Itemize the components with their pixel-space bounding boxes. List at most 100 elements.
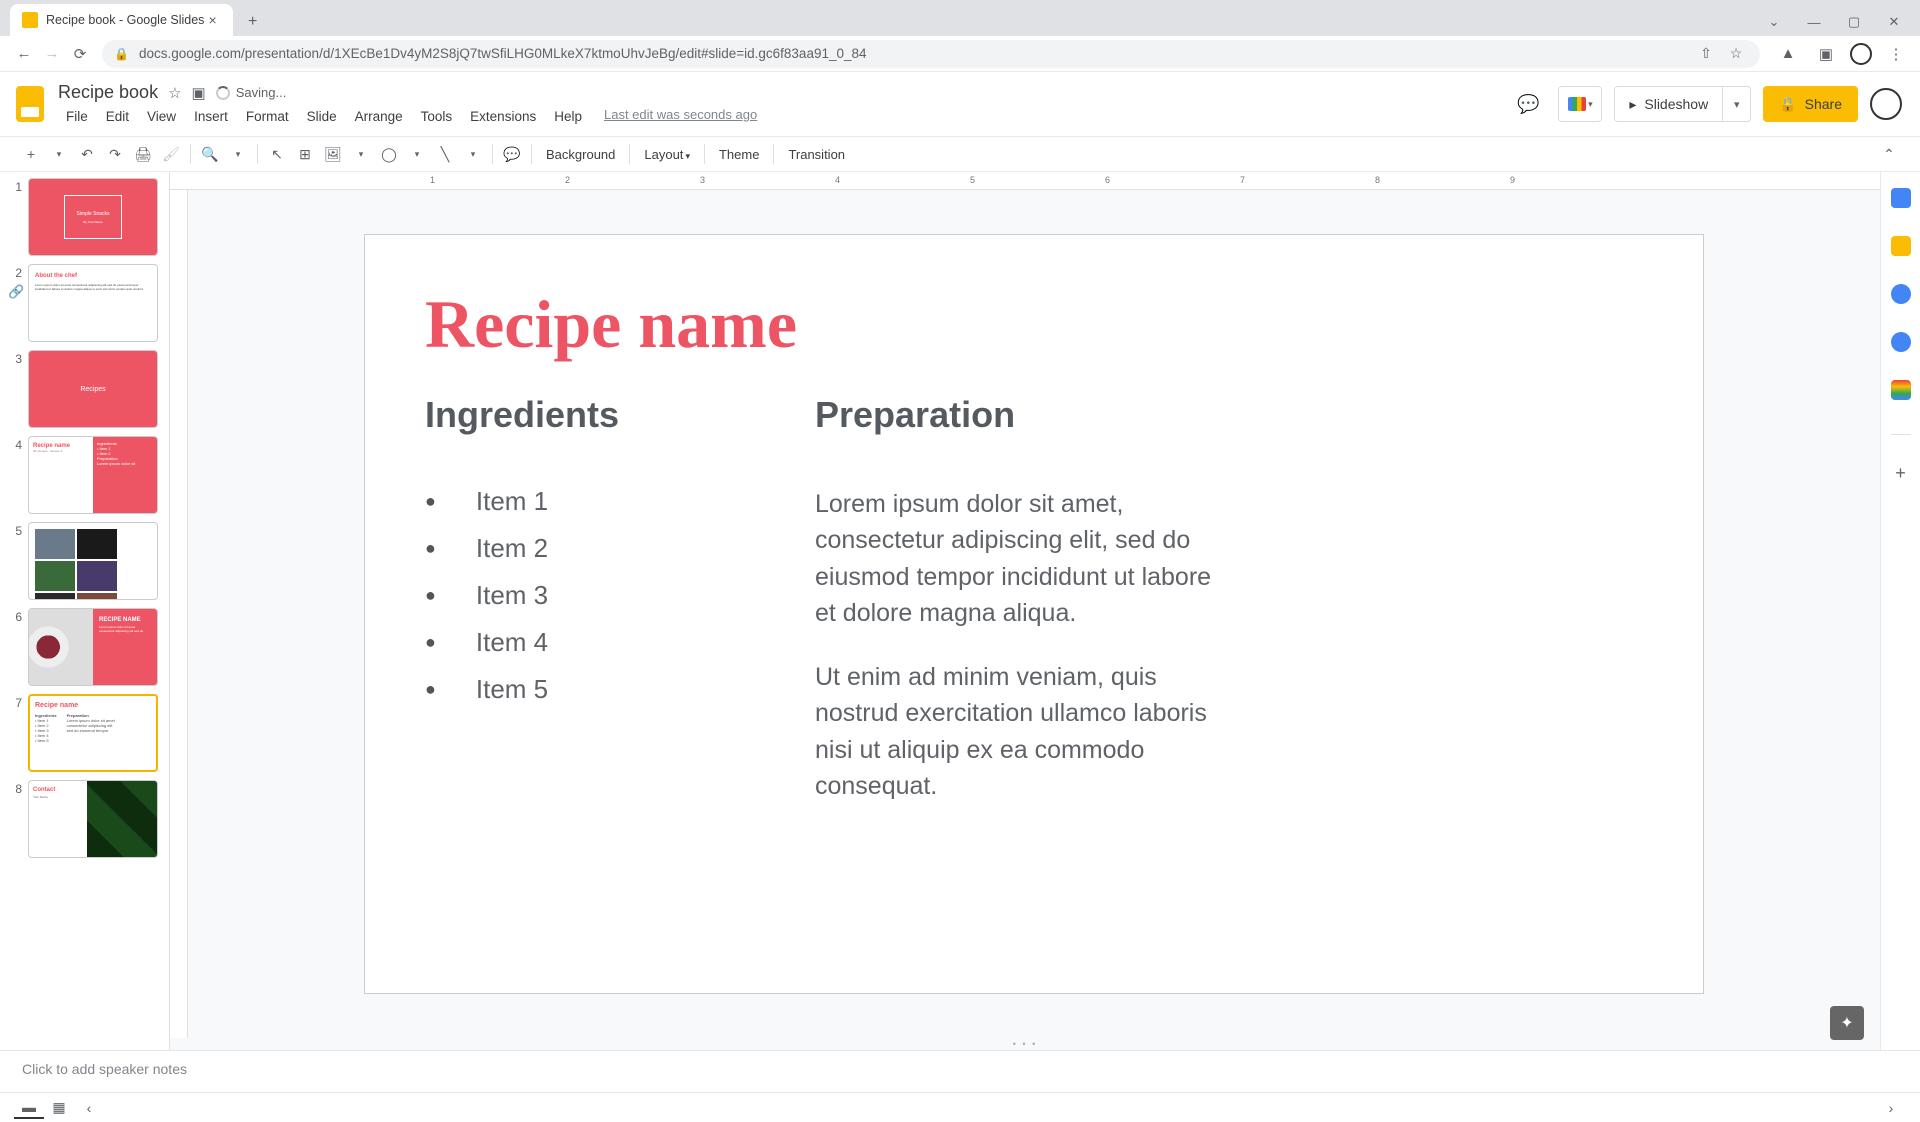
vertical-ruler xyxy=(170,190,188,1038)
list-item[interactable]: Item 1 xyxy=(425,486,785,517)
menu-edit[interactable]: Edit xyxy=(98,107,137,126)
slide-title[interactable]: Recipe name xyxy=(425,285,1643,364)
attachment-icon: 🔗 xyxy=(8,284,24,300)
browser-menu-icon[interactable]: ⋮ xyxy=(1882,40,1910,68)
bookmark-icon[interactable]: ☆ xyxy=(1724,42,1748,66)
list-item[interactable]: Item 3 xyxy=(425,580,785,611)
grid-view-button[interactable]: ▦ xyxy=(44,1097,74,1119)
line-tool[interactable]: ╲ xyxy=(432,141,458,167)
doc-title[interactable]: Recipe book xyxy=(58,82,158,103)
meet-button[interactable]: ▾ xyxy=(1558,86,1602,122)
tasks-icon[interactable] xyxy=(1891,284,1911,304)
image-dropdown[interactable]: ▾ xyxy=(348,141,374,167)
collapse-filmstrip-button[interactable]: ‹ xyxy=(74,1097,104,1119)
preparation-text-2[interactable]: Ut enim ad minim veniam, quis nostrud ex… xyxy=(815,659,1215,804)
browser-tab[interactable]: Recipe book - Google Slides × xyxy=(10,4,233,36)
lock-icon: 🔒 xyxy=(1779,96,1796,113)
line-dropdown[interactable]: ▾ xyxy=(460,141,486,167)
back-button[interactable]: ← xyxy=(10,40,38,68)
extensions-icon[interactable]: ▲ xyxy=(1774,40,1802,68)
menu-slide[interactable]: Slide xyxy=(299,107,345,126)
add-addon-icon[interactable]: + xyxy=(1891,463,1911,483)
slide-thumb-1[interactable]: Simple SnacksBy Your Name xyxy=(28,178,158,256)
preparation-text-1[interactable]: Lorem ipsum dolor sit amet, consectetur … xyxy=(815,486,1215,631)
maps-icon[interactable] xyxy=(1891,380,1911,400)
ingredients-heading[interactable]: Ingredients xyxy=(425,394,785,436)
keep-icon[interactable] xyxy=(1891,236,1911,256)
layout-button[interactable]: Layout▾ xyxy=(636,147,698,162)
notes-drag-handle[interactable]: • • • xyxy=(170,1038,1880,1050)
share-page-icon[interactable]: ⇧ xyxy=(1694,42,1718,66)
side-panel-icon[interactable]: ▣ xyxy=(1812,40,1840,68)
new-slide-dropdown[interactable]: ▾ xyxy=(46,141,72,167)
share-button[interactable]: 🔒 Share xyxy=(1763,86,1858,122)
chevron-down-icon[interactable]: ⌄ xyxy=(1756,8,1792,36)
select-tool[interactable]: ↖ xyxy=(264,141,290,167)
new-tab-button[interactable]: + xyxy=(239,8,267,36)
close-window-icon[interactable]: ✕ xyxy=(1876,8,1912,36)
list-item[interactable]: Item 5 xyxy=(425,674,785,705)
filmstrip-view-button[interactable]: ▬ xyxy=(14,1097,44,1119)
explore-button[interactable]: ✦ xyxy=(1830,1006,1864,1040)
menu-tools[interactable]: Tools xyxy=(413,107,461,126)
paint-format-button[interactable]: 🖌 xyxy=(158,141,184,167)
slides-logo[interactable] xyxy=(10,84,50,124)
slide-thumb-4[interactable]: Recipe name30 minutes · Serves 4Ingredie… xyxy=(28,436,158,514)
menu-view[interactable]: View xyxy=(139,107,184,126)
url-text: docs.google.com/presentation/d/1XEcBe1Dv… xyxy=(139,46,867,61)
current-slide[interactable]: Recipe name Ingredients Item 1 Item 2 It… xyxy=(364,234,1704,994)
profile-avatar[interactable] xyxy=(1850,43,1872,65)
redo-button[interactable]: ↷ xyxy=(102,141,128,167)
theme-button[interactable]: Theme xyxy=(711,147,767,162)
print-button[interactable]: 🖨 xyxy=(130,141,156,167)
undo-button[interactable]: ↶ xyxy=(74,141,100,167)
menu-file[interactable]: File xyxy=(58,107,96,126)
hide-side-panel-button[interactable]: › xyxy=(1876,1097,1906,1119)
slide-thumb-5[interactable] xyxy=(28,522,158,600)
zoom-dropdown[interactable]: ▾ xyxy=(225,141,251,167)
list-item[interactable]: Item 2 xyxy=(425,533,785,564)
slideshow-button[interactable]: ▸ Slideshow xyxy=(1615,87,1722,121)
slideshow-dropdown[interactable]: ▾ xyxy=(1722,87,1750,121)
list-item[interactable]: Item 4 xyxy=(425,627,785,658)
menu-help[interactable]: Help xyxy=(546,107,590,126)
maximize-icon[interactable]: ▢ xyxy=(1836,8,1872,36)
move-icon[interactable]: ▣ xyxy=(192,84,206,102)
menu-arrange[interactable]: Arrange xyxy=(347,107,411,126)
account-avatar[interactable] xyxy=(1870,88,1902,120)
slide-thumb-7[interactable]: Recipe nameIngredients• Item 1• Item 2• … xyxy=(28,694,158,772)
spinner-icon xyxy=(216,86,230,100)
calendar-icon[interactable] xyxy=(1891,188,1911,208)
slide-thumb-2[interactable]: About the chefLorem ipsum dolor sit amet… xyxy=(28,264,158,342)
address-bar[interactable]: 🔒 docs.google.com/presentation/d/1XEcBe1… xyxy=(102,40,1760,68)
menu-insert[interactable]: Insert xyxy=(186,107,236,126)
image-tool[interactable]: 🖼 xyxy=(320,141,346,167)
last-edit-link[interactable]: Last edit was seconds ago xyxy=(604,107,757,126)
filmstrip[interactable]: 🔗 1Simple SnacksBy Your Name 2About the … xyxy=(0,172,170,1050)
ingredients-list[interactable]: Item 1 Item 2 Item 3 Item 4 Item 5 xyxy=(425,486,785,705)
textbox-tool[interactable]: ⊞ xyxy=(292,141,318,167)
star-icon[interactable]: ☆ xyxy=(168,84,181,102)
background-button[interactable]: Background xyxy=(538,147,623,162)
shape-tool[interactable]: ◯ xyxy=(376,141,402,167)
new-slide-button[interactable]: + xyxy=(18,141,44,167)
collapse-toolbar-icon[interactable]: ⌃ xyxy=(1876,141,1902,167)
menu-format[interactable]: Format xyxy=(238,107,297,126)
close-tab-icon[interactable]: × xyxy=(204,12,220,28)
reload-button[interactable]: ⟳ xyxy=(66,40,94,68)
speaker-notes[interactable]: Click to add speaker notes xyxy=(0,1050,1920,1092)
transition-button[interactable]: Transition xyxy=(780,147,853,162)
slide-thumb-3[interactable]: Recipes xyxy=(28,350,158,428)
save-status: Saving... xyxy=(216,85,287,100)
slide-canvas[interactable]: Recipe name Ingredients Item 1 Item 2 It… xyxy=(188,190,1880,1038)
comment-tool[interactable]: 💬 xyxy=(499,141,525,167)
shape-dropdown[interactable]: ▾ xyxy=(404,141,430,167)
minimize-icon[interactable]: — xyxy=(1796,8,1832,36)
contacts-icon[interactable] xyxy=(1891,332,1911,352)
preparation-heading[interactable]: Preparation xyxy=(815,394,1215,436)
menu-extensions[interactable]: Extensions xyxy=(462,107,544,126)
slide-thumb-8[interactable]: ContactYour Name xyxy=(28,780,158,858)
slide-thumb-6[interactable]: RECIPE NAMELorem ipsum dolor sit amet co… xyxy=(28,608,158,686)
comments-button[interactable]: 💬 xyxy=(1510,86,1546,122)
zoom-button[interactable]: 🔍 xyxy=(197,141,223,167)
